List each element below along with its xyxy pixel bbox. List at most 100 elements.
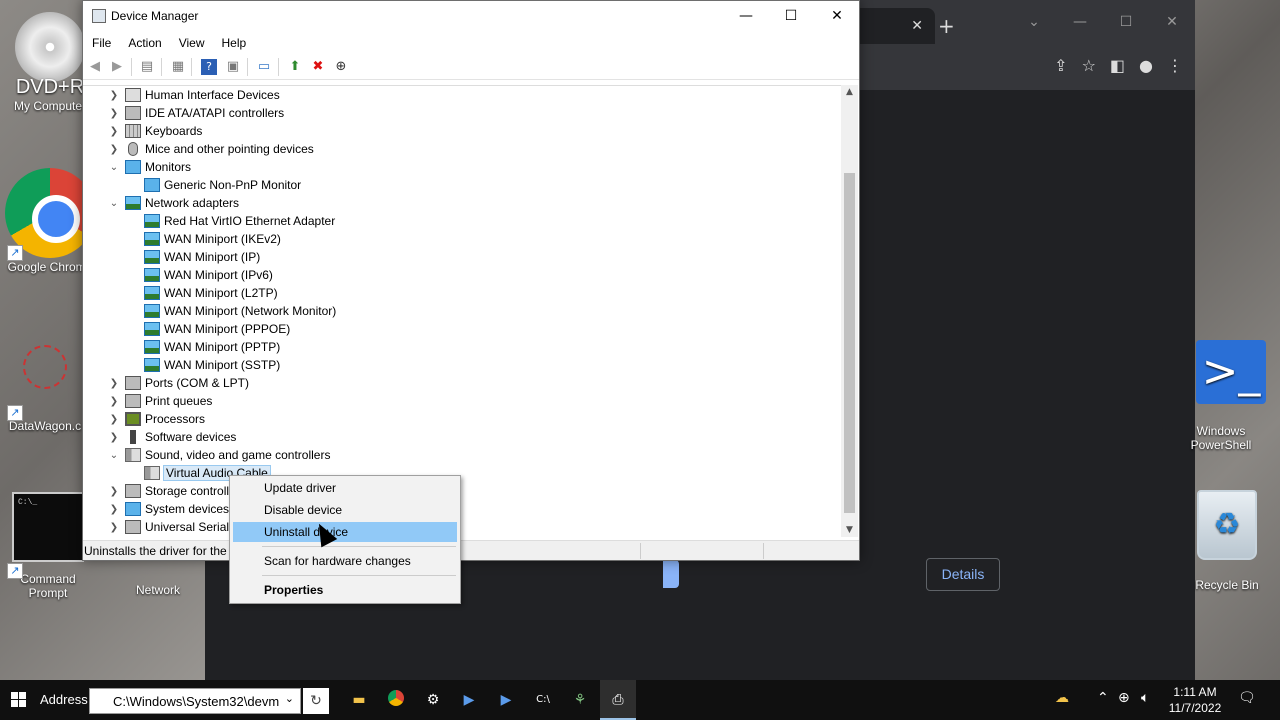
tree-node-system-devices[interactable]: ❯ System devices	[107, 500, 229, 518]
tree-node-wan-ikev2[interactable]: WAN Miniport (IKEv2)	[140, 230, 281, 248]
tree-node-wan-ip[interactable]: WAN Miniport (IP)	[140, 248, 260, 266]
tree-node-network-adapters[interactable]: ⌄ Network adapters	[107, 194, 239, 212]
menu-action[interactable]: Action	[119, 32, 169, 54]
maximize-button[interactable]: ☐	[768, 1, 814, 32]
scroll-down-icon[interactable]: ▼	[841, 525, 858, 535]
chevron-right-icon[interactable]: ❯	[107, 378, 121, 389]
scrollbar-thumb[interactable]	[844, 173, 855, 513]
chevron-down-icon[interactable]: ⌄	[107, 450, 121, 461]
scan-hardware-icon[interactable]: ▭	[256, 59, 272, 75]
chevron-down-icon[interactable]: ⌄	[107, 198, 121, 209]
new-tab-button[interactable]: +	[938, 14, 955, 38]
desktop-icon-command-prompt[interactable]: C:\_ Command Prompt	[3, 492, 93, 600]
chevron-right-icon[interactable]: ❯	[107, 396, 121, 407]
tree-node-ports[interactable]: ❯ Ports (COM & LPT)	[107, 374, 249, 392]
disable-device-icon[interactable]: ⊕	[333, 59, 349, 75]
chevron-down-icon[interactable]: ⌄	[285, 692, 294, 705]
chevron-right-icon[interactable]: ❯	[107, 126, 121, 137]
minimize-icon[interactable]: —	[1057, 0, 1103, 44]
settings-gear-icon[interactable]: ⚙	[423, 690, 443, 710]
tree-node-mice[interactable]: ❯ Mice and other pointing devices	[107, 140, 314, 158]
tree-node-redhat-virtio[interactable]: Red Hat VirtIO Ethernet Adapter	[140, 212, 335, 230]
tree-scrollbar[interactable]: ▲ ▼	[841, 85, 858, 537]
address-input[interactable]: C:\Windows\System32\devm ⌄	[89, 688, 301, 714]
chevron-right-icon[interactable]: ❯	[107, 522, 121, 533]
share-icon[interactable]: ⇪	[1054, 56, 1067, 75]
tree-node-ide-controllers[interactable]: ❯ IDE ATA/ATAPI controllers	[107, 104, 284, 122]
volume-icon[interactable]: 🔈︎	[1141, 690, 1149, 706]
chevron-right-icon[interactable]: ❯	[107, 108, 121, 119]
chevron-right-icon[interactable]: ❯	[107, 414, 121, 425]
powershell-ise-taskbar-icon[interactable]: ▶	[496, 690, 516, 710]
tree-node-storage-controllers[interactable]: ❯ Storage controll	[107, 482, 229, 500]
command-prompt-taskbar-icon[interactable]: C:\	[533, 690, 553, 710]
more-menu-icon[interactable]: ⋮	[1167, 56, 1183, 75]
powershell-taskbar-icon[interactable]: ▶	[459, 690, 479, 710]
tree-node-generic-monitor[interactable]: Generic Non-PnP Monitor	[140, 176, 301, 194]
details-button[interactable]: Details	[926, 558, 1000, 591]
device-manager-taskbar-button[interactable]: ⎙	[600, 680, 636, 720]
chevron-right-icon[interactable]: ❯	[107, 90, 121, 101]
menu-item-properties[interactable]: Properties	[233, 580, 457, 600]
action-pane-icon[interactable]: ▣	[225, 59, 241, 75]
tree-node-wan-pptp[interactable]: WAN Miniport (PPTP)	[140, 338, 280, 356]
refresh-button[interactable]: ↻	[303, 688, 329, 714]
menu-item-uninstall-device[interactable]: Uninstall device	[233, 522, 457, 542]
menu-view[interactable]: View	[170, 32, 213, 54]
side-panel-icon[interactable]: ◧	[1110, 56, 1125, 75]
forward-arrow-icon[interactable]: ▶	[109, 59, 125, 75]
tree-node-sound-video-game[interactable]: ⌄ Sound, video and game controllers	[107, 446, 330, 464]
browser-action-button[interactable]	[663, 560, 679, 588]
desktop-icon-recycle-bin[interactable]: ♻ Recycle Bin	[1182, 490, 1272, 592]
menu-item-scan-hardware[interactable]: Scan for hardware changes	[233, 551, 457, 571]
help-icon[interactable]: ?	[201, 59, 217, 75]
profile-icon[interactable]: ●	[1139, 56, 1153, 75]
update-driver-icon[interactable]: ⬆	[287, 59, 303, 75]
menu-separator	[262, 546, 456, 547]
tree-node-wan-ipv6[interactable]: WAN Miniport (IPv6)	[140, 266, 273, 284]
weather-icon[interactable]: ☁	[1055, 690, 1069, 706]
tree-node-processors[interactable]: ❯ Processors	[107, 410, 205, 428]
tree-node-software-devices[interactable]: ❯ Software devices	[107, 428, 236, 446]
properties-icon[interactable]: ▦	[170, 59, 186, 75]
tree-node-monitors[interactable]: ⌄ Monitors	[107, 158, 191, 176]
chevron-up-icon[interactable]: ⌃	[1097, 690, 1109, 706]
maximize-icon[interactable]: ☐	[1103, 0, 1149, 44]
close-tab-icon[interactable]: ✕	[911, 17, 923, 34]
back-arrow-icon[interactable]: ◀	[87, 59, 103, 75]
start-button[interactable]	[0, 680, 36, 720]
chevron-right-icon[interactable]: ❯	[107, 144, 121, 155]
show-hide-console-tree-icon[interactable]: ▤	[139, 59, 155, 75]
chevron-right-icon[interactable]: ❯	[107, 432, 121, 443]
menu-file[interactable]: File	[83, 32, 119, 54]
scroll-up-icon[interactable]: ▲	[841, 87, 858, 97]
chevron-down-icon[interactable]: ⌄	[1011, 0, 1057, 44]
tree-node-human-interface-devices[interactable]: ❯ Human Interface Devices	[107, 86, 280, 104]
menu-item-update-driver[interactable]: Update driver	[233, 478, 457, 498]
file-explorer-icon[interactable]: ▬	[349, 690, 369, 710]
minimize-button[interactable]: —	[723, 1, 769, 32]
uninstall-device-icon[interactable]: ✖	[310, 59, 326, 75]
network-globe-icon[interactable]: ⊕	[1118, 690, 1130, 706]
tree-node-universal-serial-bus[interactable]: ❯ Universal Serial	[107, 518, 229, 536]
chevron-down-icon[interactable]: ⌄	[107, 162, 121, 173]
clock[interactable]: 1:11 AM 11/7/2022	[1168, 684, 1222, 716]
tree-node-print-queues[interactable]: ❯ Print queues	[107, 392, 212, 410]
desktop-icon-network[interactable]: Network	[113, 583, 203, 597]
close-button[interactable]: ✕	[814, 1, 860, 32]
close-icon[interactable]: ✕	[1149, 0, 1195, 44]
menu-item-disable-device[interactable]: Disable device	[233, 500, 457, 520]
chevron-right-icon[interactable]: ❯	[107, 486, 121, 497]
tree-node-wan-sstp[interactable]: WAN Miniport (SSTP)	[140, 356, 280, 374]
notifications-icon[interactable]: 🗨︎	[1238, 690, 1256, 706]
app-taskbar-icon[interactable]: ⚘	[570, 690, 590, 710]
desktop-icon-windows-powershell[interactable]: >_ Windows PowerShell	[1186, 340, 1276, 452]
tree-node-keyboards[interactable]: ❯ Keyboards	[107, 122, 202, 140]
chevron-right-icon[interactable]: ❯	[107, 504, 121, 515]
menu-help[interactable]: Help	[213, 32, 255, 54]
tree-node-wan-network-monitor[interactable]: WAN Miniport (Network Monitor)	[140, 302, 336, 320]
chrome-taskbar-icon[interactable]	[386, 690, 406, 710]
tree-node-wan-pppoe[interactable]: WAN Miniport (PPPOE)	[140, 320, 290, 338]
star-icon[interactable]: ☆	[1082, 56, 1096, 75]
tree-node-wan-l2tp[interactable]: WAN Miniport (L2TP)	[140, 284, 278, 302]
